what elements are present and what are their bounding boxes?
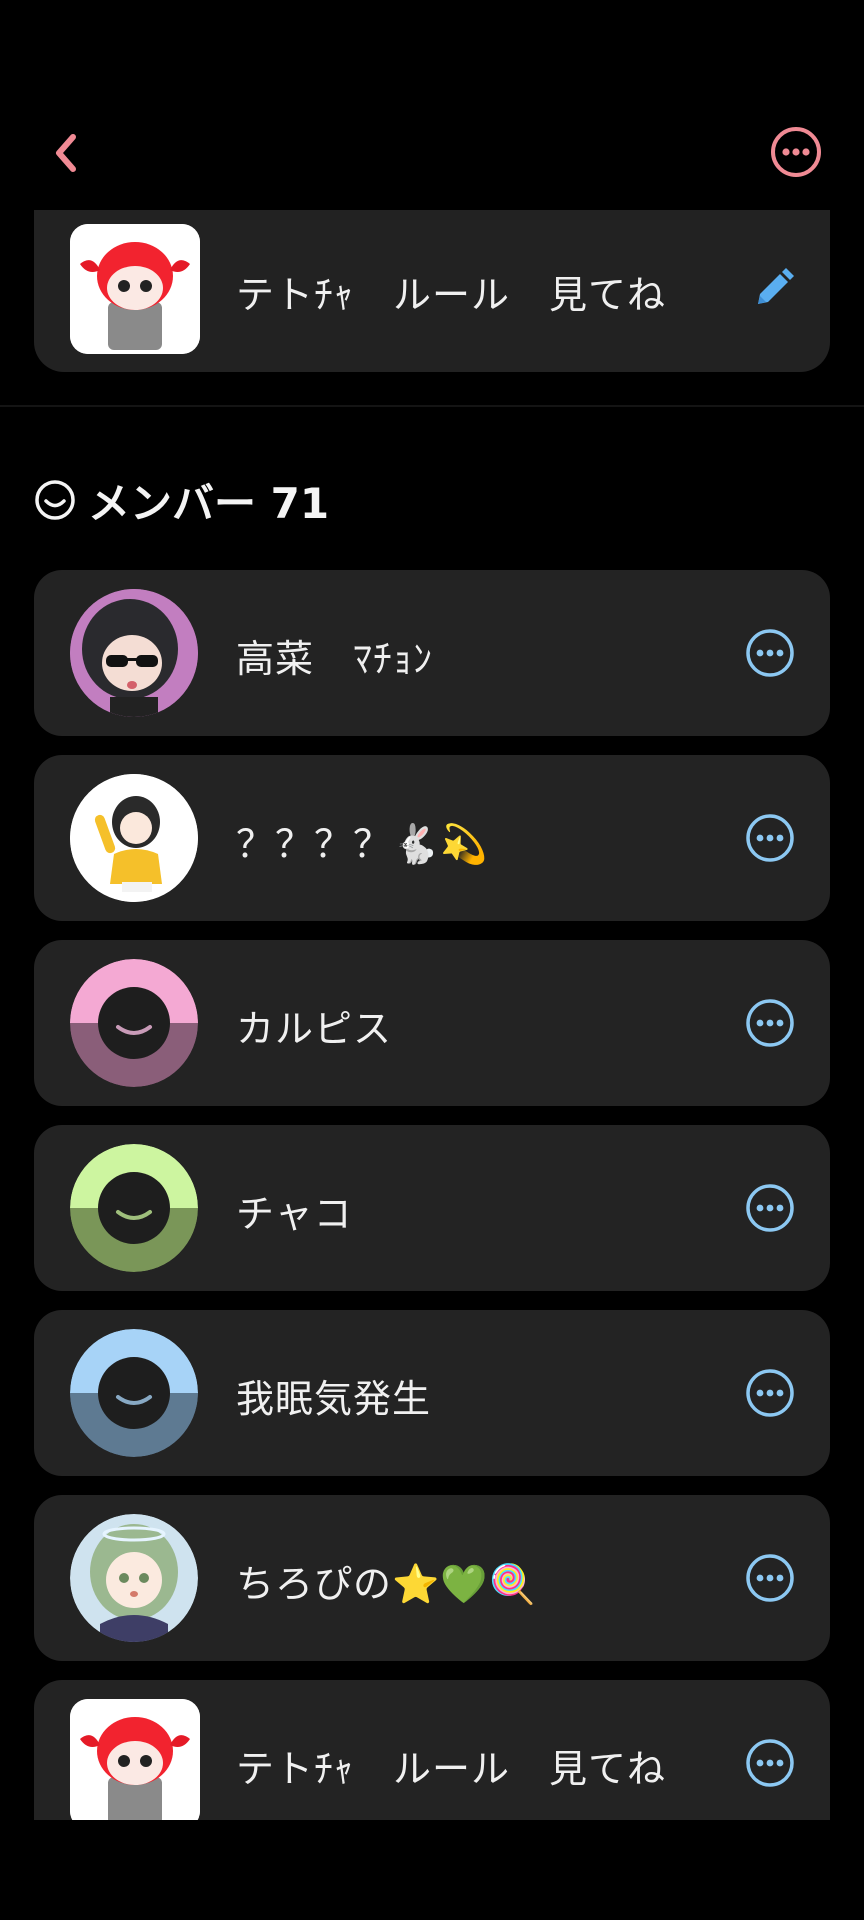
edit-button[interactable]: [750, 264, 798, 312]
pencil-icon: [758, 268, 794, 304]
more-horizontal-icon: [746, 1184, 794, 1232]
more-horizontal-icon: [746, 1739, 794, 1787]
member-name: ちろぴの⭐💚🍭: [236, 1562, 537, 1606]
avatar: [70, 1144, 198, 1272]
more-horizontal-icon: [746, 1554, 794, 1602]
default-avatar-icon: [70, 1144, 198, 1272]
default-avatar-icon: [70, 1329, 198, 1457]
more-horizontal-icon: [746, 999, 794, 1047]
teto-avatar-icon: [70, 224, 200, 354]
avatar: [70, 774, 198, 902]
member-name: チャコ: [236, 1192, 353, 1236]
top-bar: [0, 0, 864, 210]
member-more-button[interactable]: [745, 628, 795, 678]
pinned-name: テトﾁｬ ルール 見てね: [236, 273, 667, 317]
section-divider: [0, 405, 864, 407]
chevron-left-icon: [56, 134, 76, 172]
members-header: メンバー 71: [34, 470, 329, 530]
more-menu-button[interactable]: [770, 126, 822, 178]
avatar: [70, 1699, 200, 1820]
default-avatar-icon: [70, 959, 198, 1087]
member-card[interactable]: 高菜 ﾏﾁｮﾝ: [34, 570, 830, 736]
pinned-member-card[interactable]: テトﾁｬ ルール 見てね: [34, 210, 830, 372]
member-more-button[interactable]: [745, 998, 795, 1048]
member-name: ？？？？🐇💫: [236, 822, 489, 866]
member-card[interactable]: 我眠気発生: [34, 1310, 830, 1476]
member-card[interactable]: チャコ: [34, 1125, 830, 1291]
more-horizontal-icon: [746, 629, 794, 677]
members-title: メンバー 71: [88, 478, 330, 528]
member-more-button[interactable]: [745, 1553, 795, 1603]
member-name: カルピス: [236, 1007, 393, 1051]
member-card[interactable]: ？？？？🐇💫: [34, 755, 830, 921]
more-horizontal-icon: [746, 814, 794, 862]
member-more-button[interactable]: [745, 1368, 795, 1418]
teto-avatar-icon: [70, 1699, 200, 1820]
avatar: [70, 959, 198, 1087]
member-name: テトﾁｬ ルール 見てね: [236, 1747, 667, 1791]
more-horizontal-icon: [746, 1369, 794, 1417]
smile-face-icon: [35, 480, 75, 520]
avatar: [70, 1329, 198, 1457]
member-more-button[interactable]: [745, 1738, 795, 1788]
avatar: [70, 224, 200, 354]
member-name: 我眠気発生: [236, 1377, 432, 1421]
member-more-button[interactable]: [745, 1183, 795, 1233]
back-button[interactable]: [46, 128, 86, 178]
member-name: 高菜 ﾏﾁｮﾝ: [236, 637, 434, 681]
anime-avatar-icon: [70, 589, 198, 717]
member-card[interactable]: テトﾁｬ ルール 見てね: [34, 1680, 830, 1820]
anime-avatar-icon: [70, 774, 198, 902]
anime-avatar-icon: [70, 1514, 198, 1642]
member-more-button[interactable]: [745, 813, 795, 863]
avatar: [70, 589, 198, 717]
avatar: [70, 1514, 198, 1642]
more-horizontal-icon: [771, 127, 821, 177]
member-card[interactable]: カルピス: [34, 940, 830, 1106]
member-card[interactable]: ちろぴの⭐💚🍭: [34, 1495, 830, 1661]
